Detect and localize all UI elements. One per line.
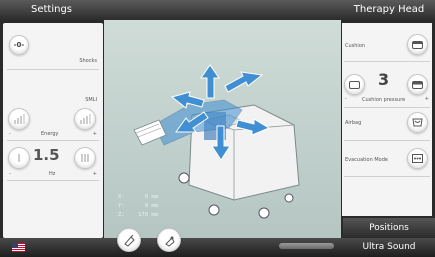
energy-decrease-button[interactable] [8, 108, 30, 130]
cushion-high-icon [412, 80, 423, 89]
move-up-right-arrow [224, 71, 264, 93]
shocks-label: Shocks [79, 58, 97, 64]
cushion-pressure-plus: + [424, 96, 429, 102]
hz-minus: - [9, 171, 11, 177]
move-up-arrow [200, 64, 220, 99]
airbag-button[interactable] [407, 112, 428, 133]
x-label: X: [118, 194, 125, 200]
cushion-button[interactable] [407, 34, 428, 55]
energy-increase-button[interactable] [74, 108, 96, 130]
cushion-pressure-decrease-button[interactable] [344, 74, 365, 95]
cushion-pressure-increase-button[interactable] [407, 74, 428, 95]
shock-counter-button[interactable]: -0- [9, 35, 29, 55]
applicator-angle-icon [164, 236, 175, 247]
frequency-increase-button[interactable] [74, 147, 96, 169]
therapy-head-panel: Cushion 3 - Cushion pressure + Airbag Ev… [342, 23, 432, 216]
z-label: Z: [118, 212, 125, 218]
smli-label: SMLI [85, 97, 97, 103]
energy-minus: - [9, 131, 11, 137]
settings-panel: -0- Shocks SMLI - Energy + 1.5 - Hz + [3, 23, 103, 238]
language-flag-icon[interactable] [12, 243, 25, 252]
cushion-label: Cushion [345, 43, 366, 49]
therapy-head-tool-button-1[interactable] [117, 228, 141, 252]
frequency-value: 1.5 [33, 146, 60, 164]
frequency-icon [81, 154, 89, 162]
hz-label: Hz [49, 171, 56, 177]
frequency-decrease-button[interactable] [8, 147, 30, 169]
energy-plus: + [92, 131, 97, 137]
evacuation-mode-label: Evacuation Mode [345, 157, 388, 163]
applicator-icon [123, 234, 135, 247]
hz-plus: + [92, 171, 97, 177]
energy-label: Energy [41, 131, 59, 137]
cushion-pressure-value: 3 [378, 70, 390, 89]
x-value: 0 mm [144, 194, 158, 200]
positions-button[interactable]: Positions [343, 218, 435, 238]
cushion-pressure-minus: - [345, 96, 347, 102]
energy-level-icon [14, 114, 25, 124]
settings-title: Settings [30, 4, 72, 15]
airbag-icon [412, 118, 423, 127]
energy-level-icon [80, 114, 91, 124]
reset-counter-icon: -0- [13, 41, 25, 49]
therapy-head-title: Therapy Head [353, 4, 425, 15]
frequency-icon [18, 154, 20, 162]
y-value: 0 mm [144, 203, 158, 209]
cushion-icon [412, 40, 423, 49]
cushion-low-icon [349, 80, 360, 89]
view-slider[interactable] [279, 243, 334, 249]
position-readout: X: 0 mm Y: 0 mm Z: 170 mm [118, 193, 158, 220]
airbag-label: Airbag [345, 120, 362, 126]
ultrasound-button[interactable]: Ultra Sound [343, 238, 435, 257]
evacuation-mode-button[interactable] [407, 148, 428, 169]
evacuation-icon [412, 154, 423, 163]
y-label: Y: [118, 203, 125, 209]
z-value: 170 mm [138, 212, 158, 218]
cushion-pressure-label: Cushion pressure [362, 97, 406, 103]
therapy-head-tool-button-2[interactable] [157, 228, 181, 252]
